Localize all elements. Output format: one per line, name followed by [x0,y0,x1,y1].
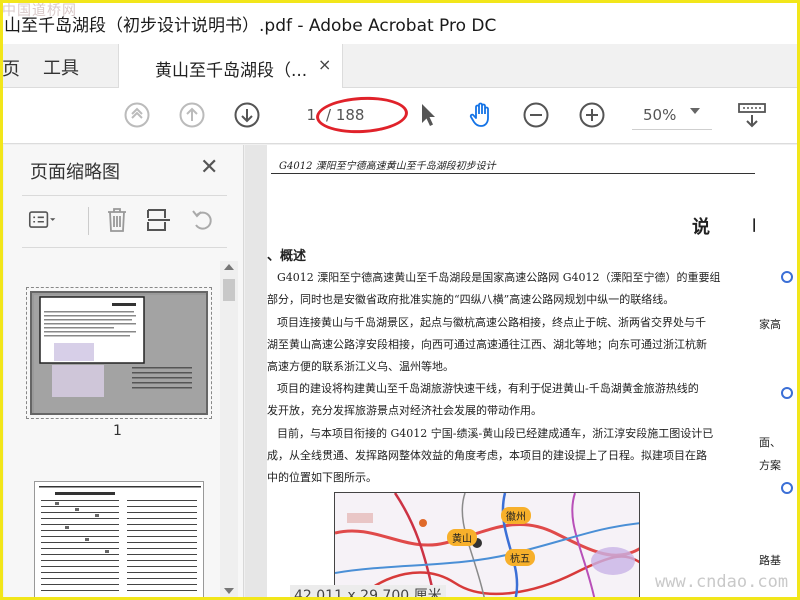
thumbnail-page-number: 1 [113,423,122,439]
map-label: 黄山 [447,529,477,546]
keyboard-icon[interactable] [736,101,768,129]
hand-tool-icon[interactable] [467,101,495,129]
trash-icon[interactable] [102,205,132,235]
previous-page-icon[interactable] [178,101,206,129]
panel-title: 页面缩略图 [30,162,120,183]
paragraph-line: 发开放，充分发挥旅游景点对经济社会发展的带动作用。 [267,404,542,417]
window-title: 山至千岛湖段（初步设计说明书）.pdf - Adobe Acrobat Pro … [4,16,497,36]
thumbnail-panel: 页面缩略图 ✕ 1 [4,145,244,600]
page-number-input[interactable]: 1 [290,106,316,128]
close-panel-icon[interactable]: ✕ [200,155,218,180]
rotate-icon[interactable] [188,205,218,235]
divider [22,247,227,248]
page-size-status: 42.011 x 29.700 厘米 [290,585,446,600]
zoom-out-icon[interactable] [522,101,550,129]
map-label: 杭五 [505,549,535,566]
page-fragment: 家高 [759,318,781,331]
next-pdf-page: 家高 面、 方案 路基 [755,145,800,600]
paragraph-line: 部分，同时也是安徽省政府批准实施的“四纵八横”高速公路网规划中纵一的联络线。 [267,293,675,306]
title-bar: 中国道桥网 山至千岛湖段（初步设计说明书）.pdf - Adobe Acroba… [0,0,800,44]
circle-marker-icon [781,271,793,283]
tab-tools[interactable]: 工具 [43,54,79,80]
select-cursor-icon[interactable] [414,101,442,129]
paragraph-line: G4012 溧阳至宁德高速黄山至千岛湖段是国家高速公路网 G4012（溧阳至宁德… [277,271,721,284]
page-header: G4012 溧阳至宁德高速黄山至千岛湖段初步设计 [279,161,496,172]
page-thumbnail-2[interactable] [34,481,204,600]
paragraph-line: 中的位置如下图所示。 [267,471,377,484]
tab-bar: 页 工具 黄山至千岛湖段（... × [0,44,800,89]
tab-home[interactable]: 页 [2,55,20,81]
page-fragment: 方案 [759,459,781,472]
paragraph-line: 项目连接黄山与千岛湖景区，起点与徽杭高速公路相接，终点止于皖、浙两省交界处与千 [277,316,706,329]
pdf-page: G4012 溧阳至宁德高速黄山至千岛湖段初步设计 说 明 书 、概述 G4012… [267,145,800,600]
thumbnail-scrollbar[interactable] [220,261,238,600]
chevron-down-icon[interactable] [690,108,700,114]
map-label: 徽州 [501,507,531,524]
page-thumbnail-1[interactable] [26,287,212,419]
circle-marker-icon [781,482,793,494]
zoom-level: 50% [643,106,677,124]
circle-marker-icon [781,387,793,399]
paragraph-line: 高速方便的联系浙江义乌、温州等地。 [267,360,454,373]
options-menu-icon[interactable] [28,205,58,235]
tab-document-label: 黄山至千岛湖段（... [155,61,308,81]
divider [88,207,89,235]
paragraph-line: 目前，与本项目衔接的 G4012 宁国-绩溪-黄山段已经建成通车，浙江淳安段施工… [277,427,714,440]
section-heading: 、概述 [267,249,307,264]
paragraph-line: 项目的建设将构建黄山至千岛湖旅游快速干线，有利于促进黄山-千岛湖黄金旅游热线的 [277,382,699,395]
scroll-up-icon[interactable] [224,264,234,270]
scroll-down-icon[interactable] [224,588,234,594]
page-fragment: 路基 [759,554,781,567]
document-view[interactable]: G4012 溧阳至宁德高速黄山至千岛湖段初步设计 说 明 书 、概述 G4012… [245,145,800,600]
page-fragment: 面、 [759,436,781,449]
zoom-in-icon[interactable] [578,101,606,129]
extract-pages-icon[interactable] [144,205,174,235]
divider [22,195,227,196]
close-tab-icon[interactable]: × [318,55,331,74]
scrollbar-thumb[interactable] [223,279,235,301]
tab-document[interactable]: 黄山至千岛湖段（... × [118,44,343,89]
next-page-icon[interactable] [233,101,261,129]
paragraph-line: 成，从全线贯通、发挥路网整体效益的角度考虑，本项目的建设提上了日程。拟建项目在路 [267,449,707,462]
header-rule [271,173,800,174]
watermark-text: www.cndao.com [655,572,789,592]
paragraph-line: 湖至黄山高速公路淳安段相接，向西可通过高速通往江西、湖北等地；向东可通过浙江杭新 [267,338,707,351]
first-page-icon[interactable] [123,101,151,129]
location-map: 徽州 黄山 杭五 [334,492,640,600]
